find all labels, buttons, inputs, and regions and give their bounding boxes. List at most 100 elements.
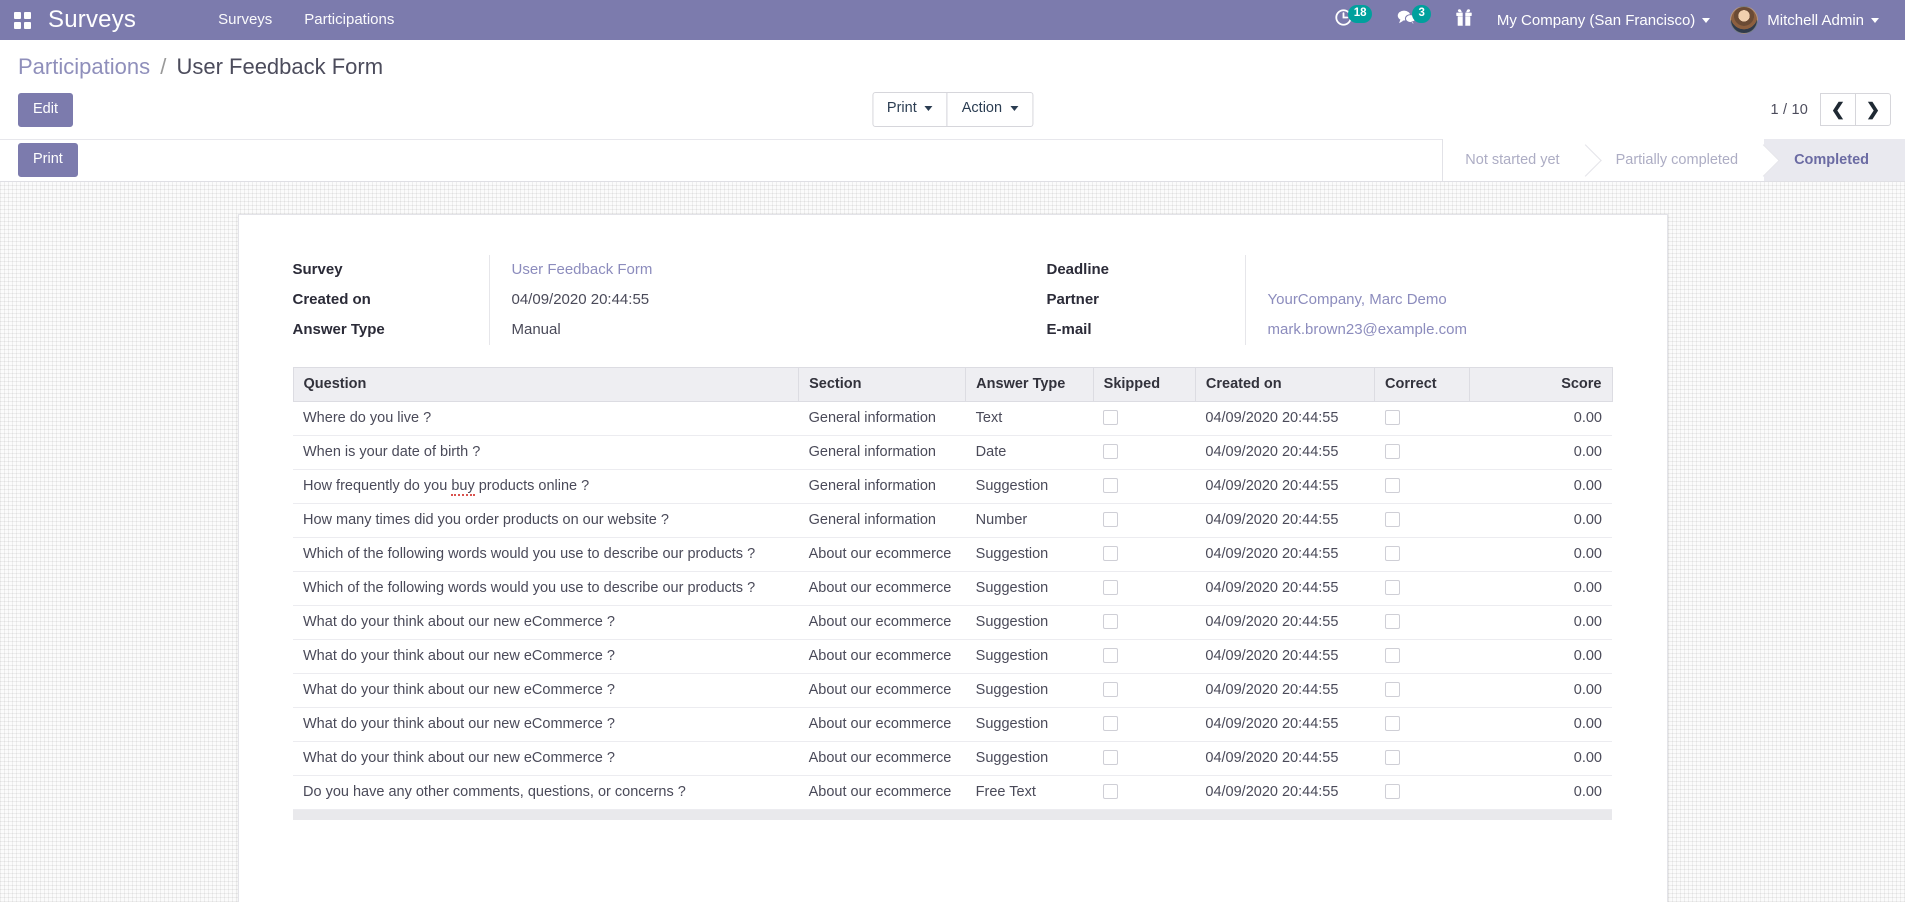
messages-menu[interactable]: 3 — [1384, 0, 1442, 40]
skipped-cell — [1093, 605, 1196, 640]
print-dropdown-button[interactable]: Print — [871, 92, 948, 127]
table-row[interactable]: How frequently do you buy products onlin… — [293, 469, 1612, 504]
pager-next-button[interactable]: ❯ — [1855, 93, 1891, 126]
apps-menu-button[interactable] — [0, 0, 44, 40]
column-header-section[interactable]: Section — [798, 366, 967, 402]
form-right-labels: Deadline Partner E-mail — [1047, 255, 1245, 345]
table-row[interactable]: Which of the following words would you u… — [293, 537, 1612, 572]
skipped-cell — [1093, 639, 1196, 674]
correct-cell — [1374, 775, 1470, 810]
user-name: Mitchell Admin — [1767, 11, 1864, 29]
cell-answer-type: Suggestion — [965, 707, 1094, 742]
table-row[interactable]: What do your think about our new eCommer… — [293, 639, 1612, 674]
table-row[interactable]: Which of the following words would you u… — [293, 571, 1612, 606]
cell-section: About our ecommerce — [798, 605, 966, 640]
cell-answer-type: Suggestion — [965, 673, 1094, 708]
stage-completed[interactable]: Completed — [1764, 139, 1905, 182]
menu-item-surveys[interactable]: Surveys — [202, 0, 288, 40]
correct-checkbox[interactable] — [1384, 580, 1400, 596]
correct-checkbox[interactable] — [1384, 750, 1400, 766]
cell-score: 0.00 — [1469, 673, 1612, 708]
correct-checkbox[interactable] — [1384, 682, 1400, 698]
table-row[interactable]: Where do you live ? General information Te… — [293, 401, 1612, 436]
correct-checkbox[interactable] — [1384, 512, 1400, 528]
skipped-checkbox[interactable] — [1103, 580, 1119, 596]
cell-created-on: 04/09/2020 20:44:55 — [1195, 401, 1375, 436]
print-survey-button[interactable]: Print — [18, 143, 78, 178]
correct-cell — [1374, 605, 1470, 640]
skipped-checkbox[interactable] — [1103, 648, 1119, 664]
correct-checkbox[interactable] — [1384, 478, 1400, 494]
activities-menu[interactable]: 18 — [1322, 0, 1385, 40]
navbar-menu: Surveys Participations — [202, 0, 410, 40]
app-brand-surveys[interactable]: Surveys — [44, 0, 144, 40]
value-partner[interactable]: YourCompany, Marc Demo — [1268, 291, 1447, 308]
table-footer-cell — [293, 808, 1612, 821]
chevron-down-icon — [1010, 106, 1019, 112]
skipped-checkbox[interactable] — [1103, 716, 1119, 732]
cell-section: About our ecommerce — [798, 537, 966, 572]
skipped-checkbox[interactable] — [1103, 512, 1119, 528]
menu-item-participations[interactable]: Participations — [288, 0, 410, 40]
cell-score: 0.00 — [1469, 469, 1612, 504]
value-email[interactable]: mark.brown23@example.com — [1268, 321, 1467, 338]
label-created-on: Created on — [292, 291, 371, 309]
table-row[interactable]: What do your think about our new eCommer… — [293, 605, 1612, 640]
company-switcher[interactable]: My Company (San Francisco) — [1485, 0, 1718, 40]
correct-checkbox[interactable] — [1384, 716, 1400, 732]
skipped-checkbox[interactable] — [1103, 478, 1119, 494]
correct-checkbox[interactable] — [1384, 648, 1400, 664]
chevron-down-icon — [1702, 17, 1711, 23]
cell-section: About our ecommerce — [798, 707, 966, 742]
table-header: Question Section Answer Type Skipped Cre… — [292, 366, 1613, 402]
label-survey: Survey — [292, 261, 343, 279]
stage-not-started-yet[interactable]: Not started yet — [1443, 139, 1586, 182]
correct-checkbox[interactable] — [1384, 784, 1400, 800]
cell-answer-type: Number — [965, 503, 1094, 538]
skipped-checkbox[interactable] — [1103, 546, 1119, 562]
skipped-checkbox[interactable] — [1103, 614, 1119, 630]
correct-checkbox[interactable] — [1384, 444, 1400, 460]
skipped-checkbox[interactable] — [1103, 410, 1119, 426]
column-header-answer-type[interactable]: Answer Type — [965, 366, 1094, 402]
pager-previous-button[interactable]: ❮ — [1820, 93, 1856, 126]
edit-button[interactable]: Edit — [18, 92, 73, 127]
table-row[interactable]: When is your date of birth ? General info… — [293, 435, 1612, 470]
breadcrumb-parent[interactable]: Participations — [18, 54, 150, 79]
skipped-checkbox[interactable] — [1103, 750, 1119, 766]
table-row[interactable]: How many times did you order products on… — [293, 503, 1612, 538]
column-header-skipped[interactable]: Skipped — [1093, 366, 1196, 402]
gift-menu[interactable] — [1443, 0, 1485, 40]
skipped-checkbox[interactable] — [1103, 784, 1119, 800]
correct-checkbox[interactable] — [1384, 410, 1400, 426]
breadcrumb: Participations / User Feedback Form — [0, 40, 1905, 87]
cell-answer-type: Free Text — [965, 775, 1094, 810]
table-row[interactable]: What do your think about our new eCommer… — [293, 741, 1612, 776]
cell-question: Which of the following words would you u… — [293, 537, 799, 572]
column-header-score[interactable]: Score — [1469, 366, 1613, 402]
cell-answer-type: Suggestion — [965, 571, 1094, 606]
action-dropdown-button[interactable]: Action — [946, 92, 1034, 127]
apps-grid-icon — [13, 11, 31, 29]
correct-checkbox[interactable] — [1384, 614, 1400, 630]
column-header-created-on[interactable]: Created on — [1195, 366, 1376, 402]
skipped-checkbox[interactable] — [1103, 682, 1119, 698]
chevron-down-icon — [1871, 17, 1879, 23]
table-row[interactable]: What do your think about our new eCommer… — [293, 707, 1612, 742]
value-survey[interactable]: User Feedback Form — [512, 261, 653, 278]
breadcrumb-current: User Feedback Form — [176, 54, 384, 79]
correct-checkbox[interactable] — [1384, 546, 1400, 562]
status-stages: Not started yet Partially completed Comp… — [1442, 139, 1905, 182]
user-menu[interactable]: Mitchell Admin — [1718, 0, 1891, 40]
skipped-cell — [1093, 775, 1196, 810]
print-action-group: Print Action — [871, 92, 1034, 127]
cell-created-on: 04/09/2020 20:44:55 — [1195, 469, 1375, 504]
skipped-checkbox[interactable] — [1103, 444, 1119, 460]
column-header-correct[interactable]: Correct — [1374, 366, 1470, 402]
table-row[interactable]: Do you have any other comments, question… — [293, 775, 1612, 810]
column-header-question[interactable]: Question — [292, 366, 800, 402]
stage-partially-completed[interactable]: Partially completed — [1585, 139, 1765, 182]
navbar-right: 18 3 My Company (San Francisco) Mitchell… — [1322, 0, 1905, 40]
statusbar-row: Print Not started yet Partially complete… — [0, 138, 1905, 182]
table-row[interactable]: What do your think about our new eCommer… — [293, 673, 1612, 708]
